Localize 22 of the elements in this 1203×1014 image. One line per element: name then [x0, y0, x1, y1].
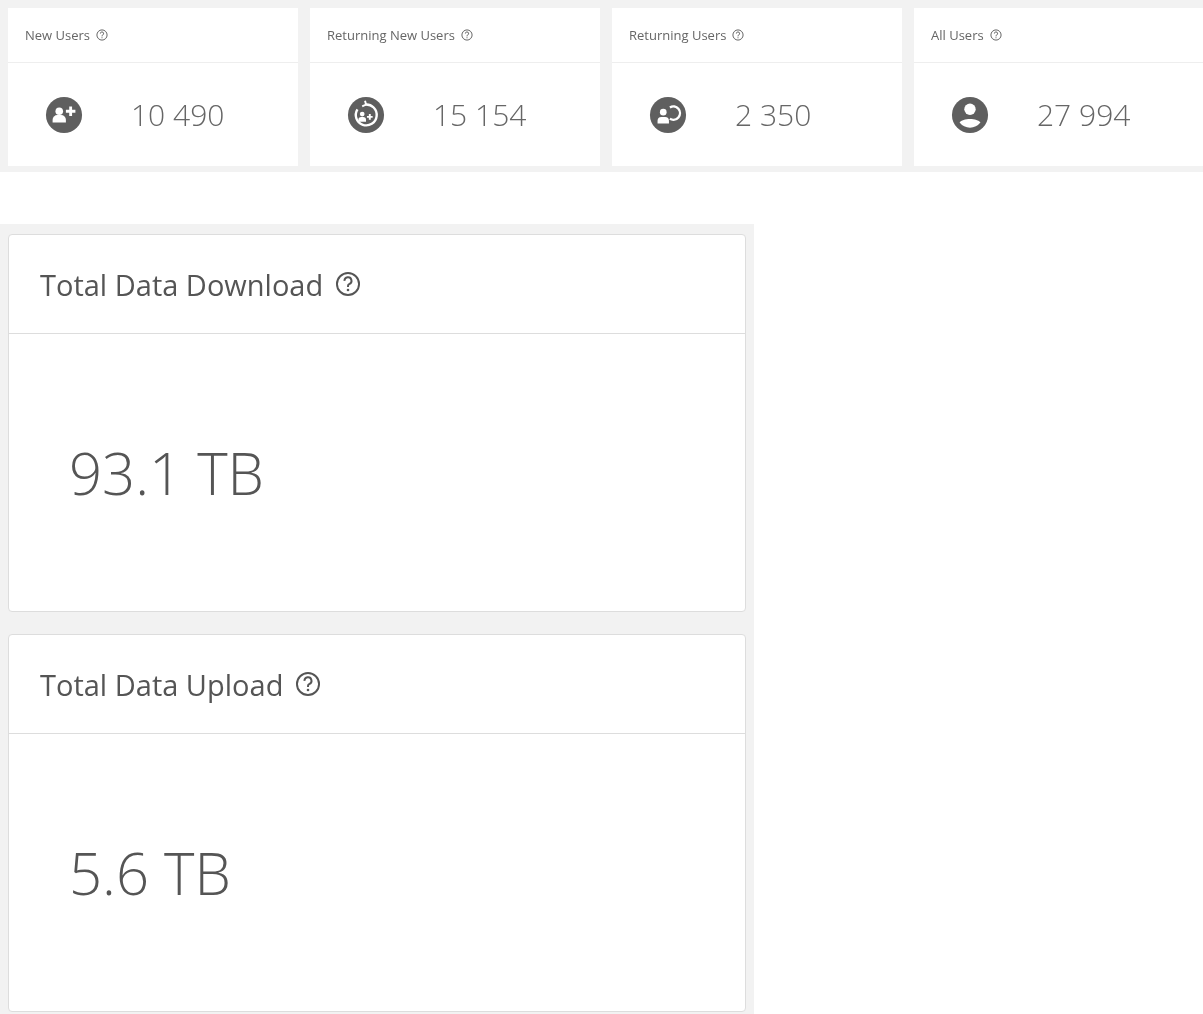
help-icon[interactable] — [989, 29, 1002, 41]
stat-value: 10 490 — [131, 94, 225, 135]
stat-value: 27 994 — [1037, 94, 1131, 135]
help-icon[interactable] — [460, 29, 473, 41]
stat-title: Returning Users — [629, 26, 727, 44]
help-icon[interactable] — [96, 29, 109, 41]
returning-user-icon — [347, 95, 385, 134]
data-value: 5.6 TB — [69, 833, 231, 912]
stat-title: All Users — [931, 26, 984, 44]
help-icon[interactable] — [295, 671, 322, 697]
stat-title: New Users — [25, 26, 91, 44]
data-value: 93.1 TB — [69, 433, 264, 512]
help-icon[interactable] — [732, 29, 745, 41]
card-title: Total Data Upload — [40, 664, 284, 704]
stat-title: Returning New Users — [327, 26, 455, 44]
stat-value: 2 350 — [735, 94, 812, 135]
stat-value: 15 154 — [433, 94, 527, 135]
user-icon — [951, 95, 989, 134]
add-user-icon — [45, 95, 83, 134]
help-icon[interactable] — [335, 271, 362, 297]
returning-user-icon — [649, 95, 687, 134]
card-title: Total Data Download — [40, 264, 324, 304]
